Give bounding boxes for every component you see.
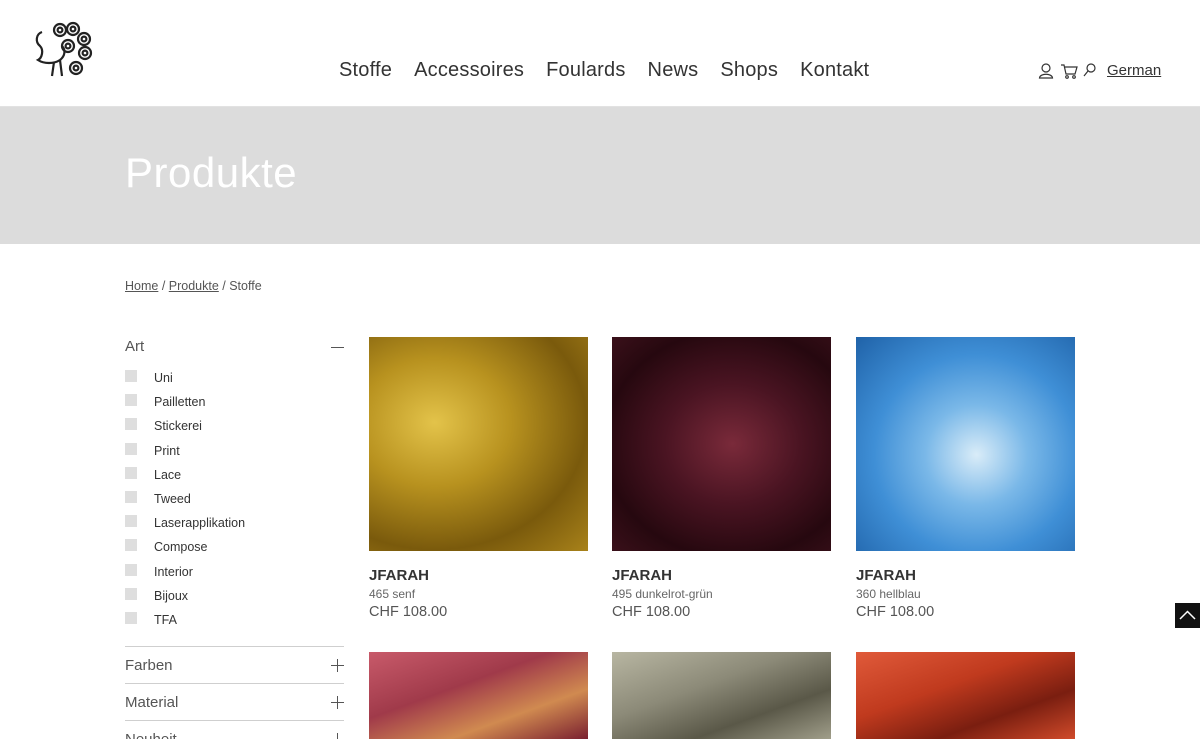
filter-option[interactable]: Compose <box>125 535 344 559</box>
product-card[interactable]: JFARAH 495 dunkelrot-grün CHF 108.00 <box>612 337 831 620</box>
chevron-up-icon <box>1179 610 1196 620</box>
filter-art-label: Art <box>125 337 145 355</box>
expand-icon[interactable] <box>331 732 344 739</box>
filter-option-label: Print <box>154 443 180 458</box>
filter-neuheit[interactable]: Neuheit <box>125 720 344 739</box>
filter-farben-label: Farben <box>125 656 173 674</box>
product-variant: 495 dunkelrot-grün <box>612 587 713 601</box>
checkbox[interactable] <box>125 539 137 552</box>
checkbox[interactable] <box>125 466 137 479</box>
filter-option[interactable]: Print <box>125 439 344 463</box>
nav-stoffe[interactable]: Stoffe <box>339 59 392 82</box>
user-icon[interactable] <box>1038 62 1054 80</box>
checkbox[interactable] <box>125 491 137 504</box>
filter-option[interactable]: Tweed <box>125 487 344 511</box>
header-icons <box>1038 62 1098 80</box>
peacock-logo-icon <box>35 21 93 77</box>
breadcrumb-separator: / <box>218 279 230 293</box>
filter-neuheit-label: Neuheit <box>125 731 177 739</box>
product-card[interactable] <box>369 652 588 739</box>
product-image[interactable] <box>856 337 1075 551</box>
breadcrumb: Home / Produkte / Stoffe <box>125 279 262 293</box>
filter-option[interactable]: Lace <box>125 463 344 487</box>
filter-option[interactable]: Uni <box>125 366 344 390</box>
expand-icon[interactable] <box>331 658 344 672</box>
checkbox[interactable] <box>125 418 137 431</box>
product-name[interactable]: JFARAH <box>856 567 1075 584</box>
filter-art-options: Uni Pailletten Stickerei Print Lace Twee… <box>125 366 344 632</box>
filter-option-label: Laserapplikation <box>154 516 246 531</box>
collapse-icon[interactable] <box>331 346 344 348</box>
page-title: Produkte <box>125 149 298 196</box>
filter-option-label: Compose <box>154 540 208 555</box>
filter-option-label: Bijoux <box>154 588 189 603</box>
breadcrumb-produkte[interactable]: Produkte <box>169 279 219 293</box>
product-image[interactable] <box>856 652 1075 739</box>
nav-news[interactable]: News <box>648 59 699 82</box>
scroll-to-top-button[interactable] <box>1175 603 1200 628</box>
expand-icon[interactable] <box>331 695 344 709</box>
filter-option[interactable]: Bijoux <box>125 584 344 608</box>
cart-icon[interactable] <box>1060 62 1078 80</box>
nav-accessoires[interactable]: Accessoires <box>414 59 524 82</box>
filter-option[interactable]: Laserapplikation <box>125 511 344 535</box>
filter-option-label: TFA <box>154 612 177 627</box>
checkbox[interactable] <box>125 515 137 528</box>
checkbox[interactable] <box>125 394 137 407</box>
breadcrumb-home[interactable]: Home <box>125 279 158 293</box>
nav-foulards[interactable]: Foulards <box>546 59 625 82</box>
checkbox[interactable] <box>125 370 137 383</box>
filter-option[interactable]: Interior <box>125 560 344 584</box>
product-card[interactable]: JFARAH 360 hellblau CHF 108.00 <box>856 337 1075 620</box>
main-nav: Stoffe Accessoires Foulards News Shops K… <box>339 59 891 82</box>
checkbox[interactable] <box>125 587 137 600</box>
filter-option[interactable]: Stickerei <box>125 414 344 438</box>
logo[interactable] <box>32 20 94 82</box>
checkbox[interactable] <box>125 611 137 624</box>
filter-option[interactable]: Pailletten <box>125 390 344 414</box>
filter-material[interactable]: Material <box>125 683 344 720</box>
filter-option-label: Interior <box>154 564 193 579</box>
breadcrumb-separator: / <box>158 279 169 293</box>
filter-option-label: Pailletten <box>154 395 206 410</box>
search-icon[interactable] <box>1082 62 1098 80</box>
product-image[interactable] <box>369 337 588 551</box>
product-card[interactable] <box>612 652 831 739</box>
checkbox[interactable] <box>125 442 137 455</box>
checkbox[interactable] <box>125 563 137 576</box>
filter-material-label: Material <box>125 693 179 711</box>
page-banner: Produkte <box>0 107 1200 244</box>
filter-sidebar: Art Uni Pailletten Stickerei Print Lace … <box>125 336 344 739</box>
product-price: CHF 108.00 <box>612 604 691 620</box>
product-variant: 360 hellblau <box>856 587 921 601</box>
product-name[interactable]: JFARAH <box>612 567 831 584</box>
product-price: CHF 108.00 <box>856 604 935 620</box>
filter-option-label: Uni <box>154 371 173 386</box>
filter-art-header[interactable]: Art <box>125 336 344 356</box>
filter-option-label: Tweed <box>154 492 191 507</box>
product-image[interactable] <box>612 337 831 551</box>
filter-option[interactable]: TFA <box>125 608 344 632</box>
product-card[interactable]: JFARAH 465 senf CHF 108.00 <box>369 337 588 620</box>
product-image[interactable] <box>369 652 588 739</box>
product-image[interactable] <box>612 652 831 739</box>
language-switch[interactable]: German <box>1107 62 1161 79</box>
nav-shops[interactable]: Shops <box>720 59 778 82</box>
filter-option-label: Stickerei <box>154 419 202 434</box>
product-name[interactable]: JFARAH <box>369 567 588 584</box>
product-variant: 465 senf <box>369 587 416 601</box>
product-price: CHF 108.00 <box>369 604 448 620</box>
site-header: Stoffe Accessoires Foulards News Shops K… <box>0 0 1200 107</box>
filter-option-label: Lace <box>154 467 182 482</box>
nav-kontakt[interactable]: Kontakt <box>800 59 869 82</box>
product-card[interactable] <box>856 652 1075 739</box>
filter-farben[interactable]: Farben <box>125 646 344 683</box>
breadcrumb-current: Stoffe <box>229 279 262 293</box>
